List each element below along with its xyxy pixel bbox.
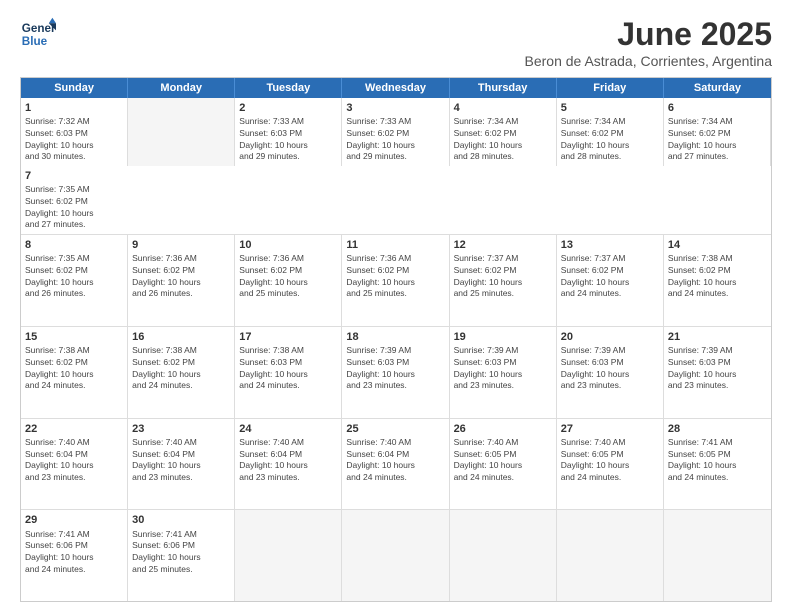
calendar-week-2: 15Sunrise: 7:38 AMSunset: 6:02 PMDayligh… — [21, 327, 771, 419]
calendar-cell: 13Sunrise: 7:37 AMSunset: 6:02 PMDayligh… — [557, 235, 664, 326]
logo: General Blue — [20, 16, 56, 52]
calendar-week-4: 29Sunrise: 7:41 AMSunset: 6:06 PMDayligh… — [21, 510, 771, 601]
calendar-week-3: 22Sunrise: 7:40 AMSunset: 6:04 PMDayligh… — [21, 419, 771, 511]
calendar-cell — [450, 510, 557, 601]
header-thursday: Thursday — [450, 78, 557, 98]
calendar-cell: 23Sunrise: 7:40 AMSunset: 6:04 PMDayligh… — [128, 419, 235, 510]
logo-icon: General Blue — [20, 16, 56, 52]
calendar-body: 1Sunrise: 7:32 AMSunset: 6:03 PMDaylight… — [21, 98, 771, 601]
calendar-cell: 28Sunrise: 7:41 AMSunset: 6:05 PMDayligh… — [664, 419, 771, 510]
header-friday: Friday — [557, 78, 664, 98]
calendar-week-1: 8Sunrise: 7:35 AMSunset: 6:02 PMDaylight… — [21, 235, 771, 327]
calendar-cell: 26Sunrise: 7:40 AMSunset: 6:05 PMDayligh… — [450, 419, 557, 510]
calendar-cell: 17Sunrise: 7:38 AMSunset: 6:03 PMDayligh… — [235, 327, 342, 418]
calendar-cell: 30Sunrise: 7:41 AMSunset: 6:06 PMDayligh… — [128, 510, 235, 601]
calendar-cell: 6Sunrise: 7:34 AMSunset: 6:02 PMDaylight… — [664, 98, 771, 166]
month-title: June 2025 — [525, 16, 772, 53]
calendar-cell: 1Sunrise: 7:32 AMSunset: 6:03 PMDaylight… — [21, 98, 128, 166]
header-monday: Monday — [128, 78, 235, 98]
header-wednesday: Wednesday — [342, 78, 449, 98]
header-sunday: Sunday — [21, 78, 128, 98]
calendar-cell: 29Sunrise: 7:41 AMSunset: 6:06 PMDayligh… — [21, 510, 128, 601]
header-saturday: Saturday — [664, 78, 771, 98]
calendar-cell: 14Sunrise: 7:38 AMSunset: 6:02 PMDayligh… — [664, 235, 771, 326]
calendar-cell: 4Sunrise: 7:34 AMSunset: 6:02 PMDaylight… — [450, 98, 557, 166]
calendar-cell: 5Sunrise: 7:34 AMSunset: 6:02 PMDaylight… — [557, 98, 664, 166]
calendar-cell: 22Sunrise: 7:40 AMSunset: 6:04 PMDayligh… — [21, 419, 128, 510]
calendar-week-0: 1Sunrise: 7:32 AMSunset: 6:03 PMDaylight… — [21, 98, 771, 235]
calendar-cell: 2Sunrise: 7:33 AMSunset: 6:03 PMDaylight… — [235, 98, 342, 166]
header-tuesday: Tuesday — [235, 78, 342, 98]
calendar-cell: 15Sunrise: 7:38 AMSunset: 6:02 PMDayligh… — [21, 327, 128, 418]
calendar-cell: 24Sunrise: 7:40 AMSunset: 6:04 PMDayligh… — [235, 419, 342, 510]
calendar-cell — [664, 510, 771, 601]
header: General Blue June 2025 Beron de Astrada,… — [20, 16, 772, 69]
calendar-cell — [342, 510, 449, 601]
calendar-cell: 7Sunrise: 7:35 AMSunset: 6:02 PMDaylight… — [21, 166, 128, 234]
calendar-cell: 11Sunrise: 7:36 AMSunset: 6:02 PMDayligh… — [342, 235, 449, 326]
calendar-cell — [557, 510, 664, 601]
calendar-cell: 8Sunrise: 7:35 AMSunset: 6:02 PMDaylight… — [21, 235, 128, 326]
calendar-cell: 27Sunrise: 7:40 AMSunset: 6:05 PMDayligh… — [557, 419, 664, 510]
calendar-cell: 12Sunrise: 7:37 AMSunset: 6:02 PMDayligh… — [450, 235, 557, 326]
calendar-cell: 21Sunrise: 7:39 AMSunset: 6:03 PMDayligh… — [664, 327, 771, 418]
calendar-header: Sunday Monday Tuesday Wednesday Thursday… — [21, 78, 771, 98]
page: General Blue June 2025 Beron de Astrada,… — [0, 0, 792, 612]
calendar-cell: 20Sunrise: 7:39 AMSunset: 6:03 PMDayligh… — [557, 327, 664, 418]
calendar-cell — [128, 98, 235, 166]
calendar: Sunday Monday Tuesday Wednesday Thursday… — [20, 77, 772, 602]
svg-text:Blue: Blue — [22, 35, 48, 48]
calendar-cell: 16Sunrise: 7:38 AMSunset: 6:02 PMDayligh… — [128, 327, 235, 418]
calendar-cell: 19Sunrise: 7:39 AMSunset: 6:03 PMDayligh… — [450, 327, 557, 418]
title-block: June 2025 Beron de Astrada, Corrientes, … — [525, 16, 772, 69]
calendar-cell: 10Sunrise: 7:36 AMSunset: 6:02 PMDayligh… — [235, 235, 342, 326]
subtitle: Beron de Astrada, Corrientes, Argentina — [525, 53, 772, 69]
calendar-cell: 18Sunrise: 7:39 AMSunset: 6:03 PMDayligh… — [342, 327, 449, 418]
calendar-cell: 9Sunrise: 7:36 AMSunset: 6:02 PMDaylight… — [128, 235, 235, 326]
calendar-cell — [235, 510, 342, 601]
calendar-cell: 3Sunrise: 7:33 AMSunset: 6:02 PMDaylight… — [342, 98, 449, 166]
calendar-cell: 25Sunrise: 7:40 AMSunset: 6:04 PMDayligh… — [342, 419, 449, 510]
